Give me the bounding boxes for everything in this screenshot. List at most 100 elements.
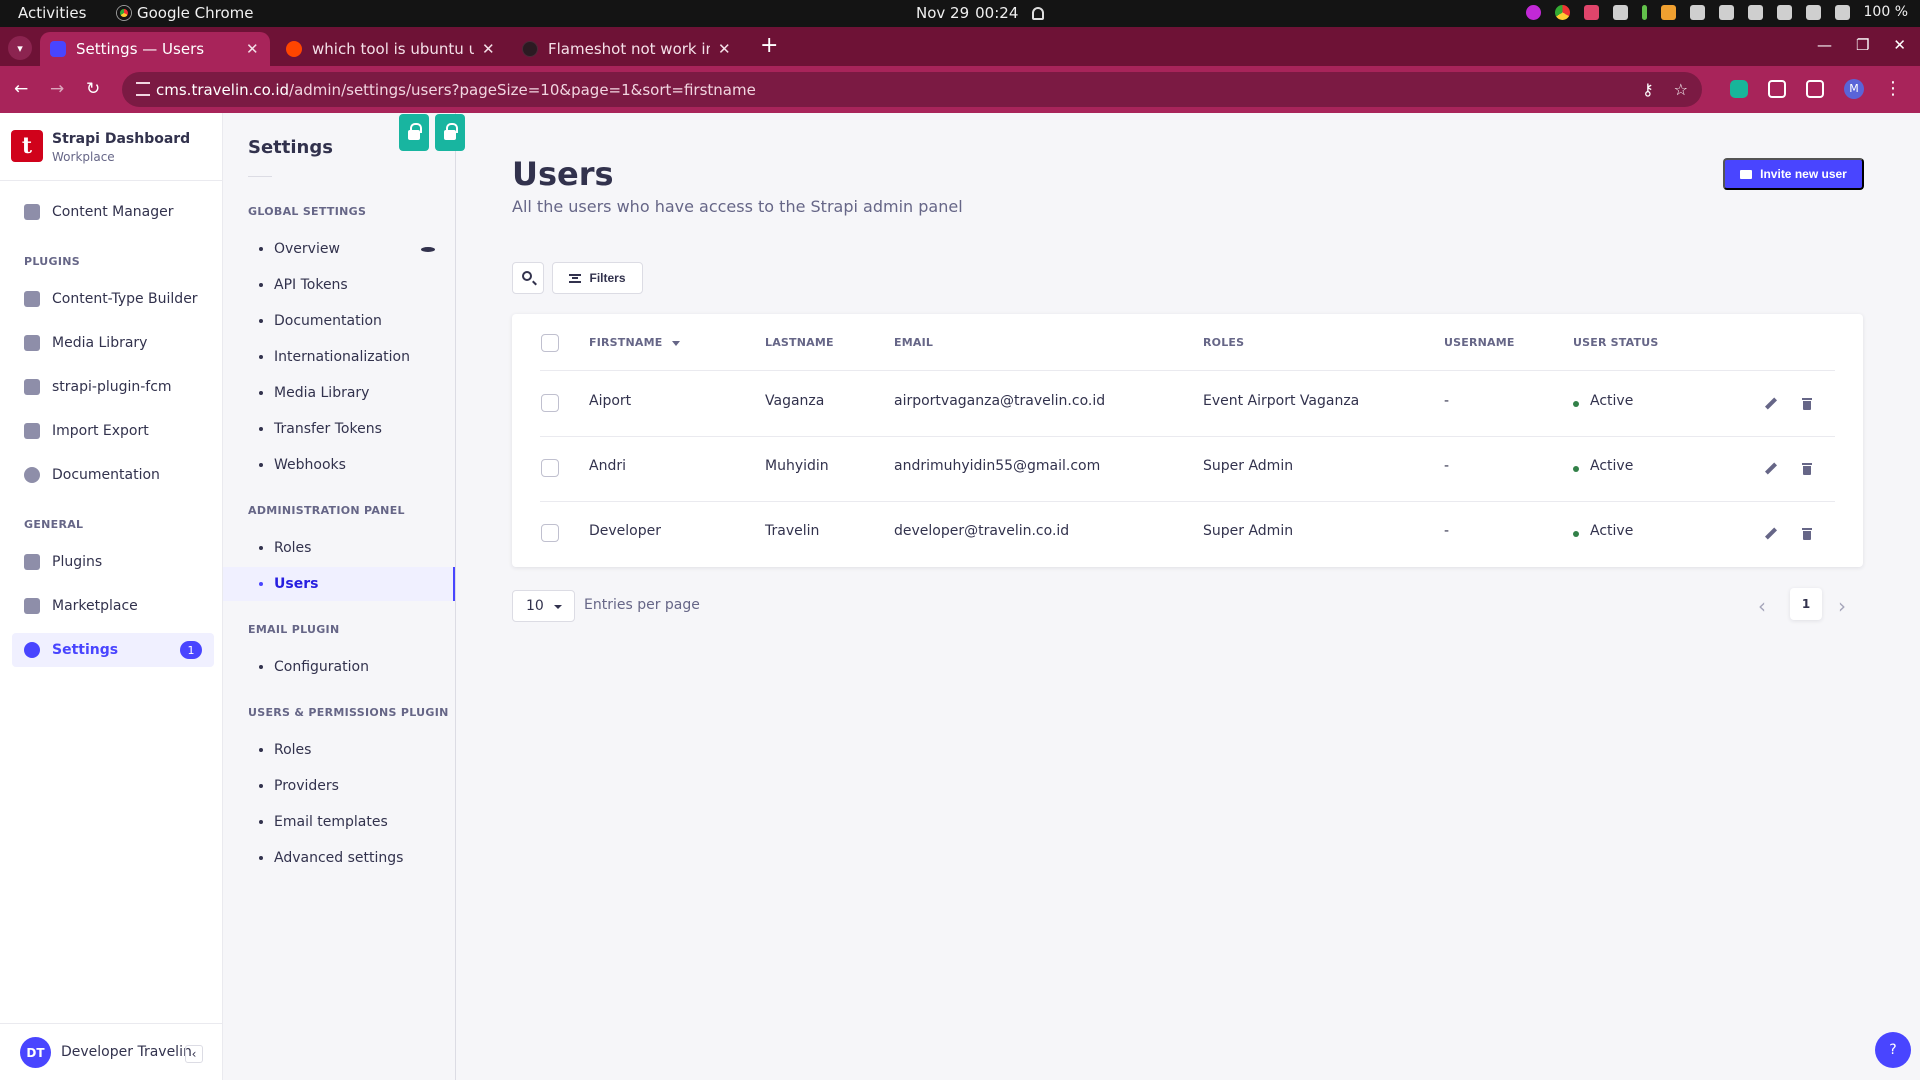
activities-button[interactable]: Activities — [18, 4, 86, 22]
volume-icon[interactable] — [1805, 4, 1821, 20]
edit-pencil-icon[interactable] — [1765, 463, 1777, 475]
close-tab-icon[interactable]: ✕ — [482, 40, 495, 58]
new-tab-button[interactable]: + — [760, 33, 778, 58]
browser-tab-github[interactable]: Flameshot not work in ubuntu ✕ — [512, 32, 742, 66]
minimize-icon[interactable]: — — [1817, 36, 1832, 54]
subnav-item-webhooks[interactable]: Webhooks — [223, 448, 455, 482]
column-header-email[interactable]: EMAIL — [894, 336, 933, 349]
nav-content-type-builder[interactable]: Content-Type Builder — [12, 282, 214, 316]
back-arrow-icon[interactable]: ← — [14, 79, 28, 99]
nav-marketplace[interactable]: Marketplace — [12, 589, 214, 623]
slack-icon[interactable] — [1612, 4, 1628, 20]
next-page-chevron-icon[interactable]: › — [1838, 594, 1846, 618]
subnav-item-users[interactable]: Users — [223, 567, 455, 601]
forward-arrow-icon[interactable]: → — [50, 79, 64, 99]
page-subtitle: All the users who have access to the Str… — [512, 197, 963, 216]
trash-icon[interactable] — [1802, 528, 1812, 540]
bookmark-star-icon[interactable]: ☆ — [1674, 80, 1688, 99]
github-icon — [522, 41, 538, 57]
reload-icon[interactable]: ↻ — [86, 79, 100, 99]
subnav-item-providers[interactable]: Providers — [223, 769, 455, 803]
edit-pencil-icon[interactable] — [1765, 528, 1777, 540]
nav-media-library[interactable]: Media Library — [12, 326, 214, 360]
previous-page-chevron-icon[interactable]: ‹ — [1758, 594, 1766, 618]
bluetooth-icon[interactable] — [1776, 4, 1792, 20]
nav-documentation[interactable]: Documentation — [12, 458, 214, 492]
profile-avatar[interactable]: M — [1844, 78, 1864, 99]
system-tray[interactable]: 100 % — [1525, 4, 1908, 20]
subnav-item-documentation[interactable]: Documentation — [223, 304, 455, 338]
maximize-icon[interactable]: ❐ — [1856, 36, 1869, 54]
collapse-nav-button[interactable]: ‹ — [185, 1045, 203, 1063]
row-checkbox[interactable] — [541, 459, 559, 477]
browser-tab-settings-users[interactable]: Settings — Users ✕ — [40, 32, 270, 66]
subnav-item-advanced-settings[interactable]: Advanced settings — [223, 841, 455, 875]
tab-search-chevron-icon[interactable]: ▾ — [8, 36, 32, 60]
settings-title: Settings — [248, 137, 333, 158]
subnav-item-media-library[interactable]: Media Library — [223, 376, 455, 410]
header-label: FIRSTNAME — [589, 336, 663, 349]
wifi-icon[interactable] — [1747, 4, 1763, 20]
trash-icon[interactable] — [1802, 463, 1812, 475]
row-checkbox[interactable] — [541, 524, 559, 542]
cloud-icon[interactable] — [1718, 4, 1734, 20]
close-tab-icon[interactable]: ✕ — [246, 40, 259, 58]
nav-strapi-plugin-fcm[interactable]: strapi-plugin-fcm — [12, 370, 214, 404]
select-all-checkbox[interactable] — [541, 334, 559, 352]
tray-app-icon[interactable] — [1583, 4, 1599, 20]
filters-button[interactable]: Filters — [552, 262, 643, 294]
page-size-select[interactable]: 10 — [512, 590, 575, 622]
tray-indicator-icon[interactable] — [1641, 4, 1647, 20]
settings-badge: 1 — [180, 641, 202, 659]
tray-app-icon[interactable] — [1525, 4, 1541, 20]
site-info-icon[interactable] — [136, 82, 150, 96]
close-window-icon[interactable]: ✕ — [1893, 36, 1906, 54]
clock[interactable]: Nov 29 00:24 — [916, 4, 1045, 22]
tray-app-icon[interactable] — [1689, 4, 1705, 20]
column-header-username[interactable]: USERNAME — [1444, 336, 1515, 349]
more-menu-icon[interactable]: ⋮ — [1884, 78, 1902, 99]
subnav-item-admin-roles[interactable]: Roles — [223, 531, 455, 565]
cell-roles: Event Airport Vaganza — [1203, 393, 1360, 409]
row-checkbox[interactable] — [541, 394, 559, 412]
search-button[interactable] — [512, 262, 544, 294]
subnav-item-up-roles[interactable]: Roles — [223, 733, 455, 767]
tray-chrome-icon[interactable] — [1554, 4, 1570, 20]
avatar[interactable]: DT — [20, 1037, 51, 1068]
subnav-item-internationalization[interactable]: Internationalization — [223, 340, 455, 374]
close-tab-icon[interactable]: ✕ — [718, 40, 731, 58]
subnav-item-transfer-tokens[interactable]: Transfer Tokens — [223, 412, 455, 446]
column-header-roles: ROLES — [1203, 336, 1245, 349]
nav-plugins[interactable]: Plugins — [12, 545, 214, 579]
unlock-icon[interactable] — [435, 114, 465, 151]
subnav-item-configuration[interactable]: Configuration — [223, 650, 455, 684]
subnav-label: Advanced settings — [274, 850, 404, 866]
column-header-firstname[interactable]: FIRSTNAME — [589, 336, 681, 349]
nav-settings[interactable]: Settings 1 — [12, 633, 214, 667]
nav-import-export[interactable]: Import Export — [12, 414, 214, 448]
page-number-current[interactable]: 1 — [1790, 588, 1822, 620]
extension-icon[interactable] — [1730, 79, 1748, 98]
tray-app-icon[interactable] — [1660, 4, 1676, 20]
nav-user-footer: DT Developer Travelin ‹ — [0, 1023, 223, 1080]
browser-tab-reddit[interactable]: which tool is ubuntu using ✕ — [276, 32, 506, 66]
unlock-icon[interactable] — [399, 114, 429, 151]
address-bar[interactable]: cms.travelin.co.id/admin/settings/users?… — [122, 72, 1702, 107]
subnav-item-overview[interactable]: Overview — [223, 232, 455, 266]
clock-date: Nov 29 — [916, 4, 970, 22]
column-header-lastname[interactable]: LASTNAME — [765, 336, 834, 349]
subnav-item-email-templates[interactable]: Email templates — [223, 805, 455, 839]
trash-icon[interactable] — [1802, 398, 1812, 410]
edit-pencil-icon[interactable] — [1765, 398, 1777, 410]
battery-icon[interactable] — [1834, 4, 1850, 20]
key-icon[interactable]: ⚷ — [1642, 80, 1654, 99]
nav-content-manager[interactable]: Content Manager — [12, 195, 214, 229]
help-button[interactable]: ? — [1875, 1032, 1911, 1068]
subnav-item-api-tokens[interactable]: API Tokens — [223, 268, 455, 302]
user-name[interactable]: Developer Travelin — [61, 1044, 192, 1060]
app-menu[interactable]: Google Chrome — [117, 4, 254, 22]
extensions-puzzle-icon[interactable] — [1768, 79, 1786, 98]
invite-new-user-button[interactable]: Invite new user — [1723, 158, 1864, 190]
brand-logo: t — [11, 130, 43, 162]
side-panel-icon[interactable] — [1806, 79, 1824, 98]
